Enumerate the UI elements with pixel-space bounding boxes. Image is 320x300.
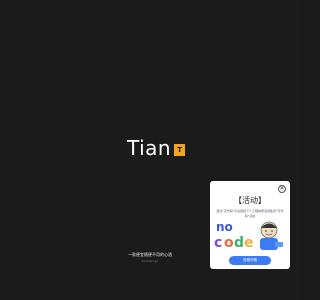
close-icon[interactable]: ✕ xyxy=(278,185,286,193)
splash-screen: Tian T 一款便宜随便不用的心酒 tiantian.gd ✕ 【活动】 通过… xyxy=(0,0,300,300)
svg-text:o: o xyxy=(224,235,234,251)
logo-text: Tian xyxy=(127,136,172,160)
brand-logo: Tian T xyxy=(127,136,186,160)
svg-text:no: no xyxy=(216,220,233,234)
svg-text:d: d xyxy=(234,235,244,251)
promo-popup: ✕ 【活动】 通过"无代码"平台搭建下个工程的所活动集智"无代码"活动 no c… xyxy=(210,181,290,269)
nocode-illustration: no c o d e xyxy=(214,220,283,251)
svg-text:c: c xyxy=(214,235,222,251)
svg-text:e: e xyxy=(244,235,254,251)
view-details-button[interactable]: 查看详情 xyxy=(229,256,271,265)
logo-badge: T xyxy=(174,144,186,156)
popup-title: 【活动】 xyxy=(234,196,266,205)
